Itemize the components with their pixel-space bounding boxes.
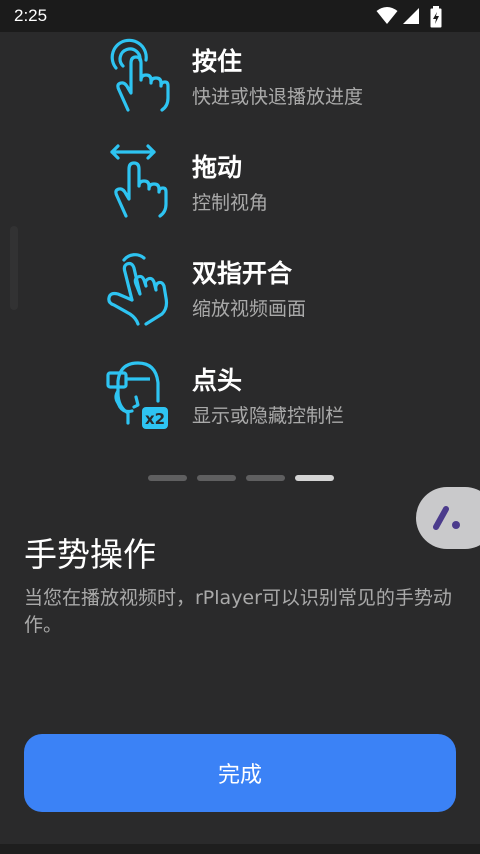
page-dot-2[interactable] <box>197 475 236 481</box>
gesture-item-drag: 拖动 控制视角 <box>104 144 464 234</box>
gesture-title: 拖动 <box>192 153 243 182</box>
gesture-description: 控制视角 <box>192 192 269 214</box>
wifi-icon <box>376 7 398 24</box>
gesture-title: 按住 <box>192 47 243 76</box>
status-time: 2:25 <box>14 6 48 25</box>
floating-assistant-button[interactable] <box>416 487 480 549</box>
pinch-gesture-icon <box>107 253 169 326</box>
repeat-badge: x2 <box>145 410 165 428</box>
tap-hold-gesture-icon <box>110 38 170 112</box>
gesture-item-hold: 按住 快进或快退播放进度 <box>104 38 464 128</box>
edge-handle[interactable] <box>10 226 18 310</box>
status-bar: 2:25 <box>0 0 480 32</box>
gesture-item-nod: x2 点头 显示或隐藏控制栏 <box>104 357 464 447</box>
gesture-item-pinch: 双指开合 缩放视频画面 <box>104 250 464 340</box>
gesture-description: 显示或隐藏控制栏 <box>192 405 345 427</box>
gesture-title: 点头 <box>192 366 243 395</box>
page-dot-1[interactable] <box>148 475 187 481</box>
page-dot-3[interactable] <box>246 475 285 481</box>
drag-gesture-icon <box>110 144 168 218</box>
assistant-logo-icon <box>433 506 460 530</box>
gesture-description: 快进或快退播放进度 <box>192 86 364 108</box>
gesture-description: 缩放视频画面 <box>192 298 307 320</box>
section-title: 手势操作 <box>24 535 156 574</box>
gesture-title: 双指开合 <box>192 259 293 288</box>
cell-signal-icon <box>403 8 419 24</box>
status-icons <box>376 6 446 28</box>
nod-head-x2-icon: x2 <box>106 361 168 429</box>
navigation-bar <box>0 844 480 854</box>
page-dot-4[interactable] <box>295 475 334 481</box>
section-description: 当您在播放视频时，rPlayer可以识别常见的手势动作。 <box>24 587 452 636</box>
page-indicator <box>148 475 334 481</box>
battery-charging-icon <box>430 6 442 28</box>
done-button[interactable]: 完成 <box>24 734 456 812</box>
